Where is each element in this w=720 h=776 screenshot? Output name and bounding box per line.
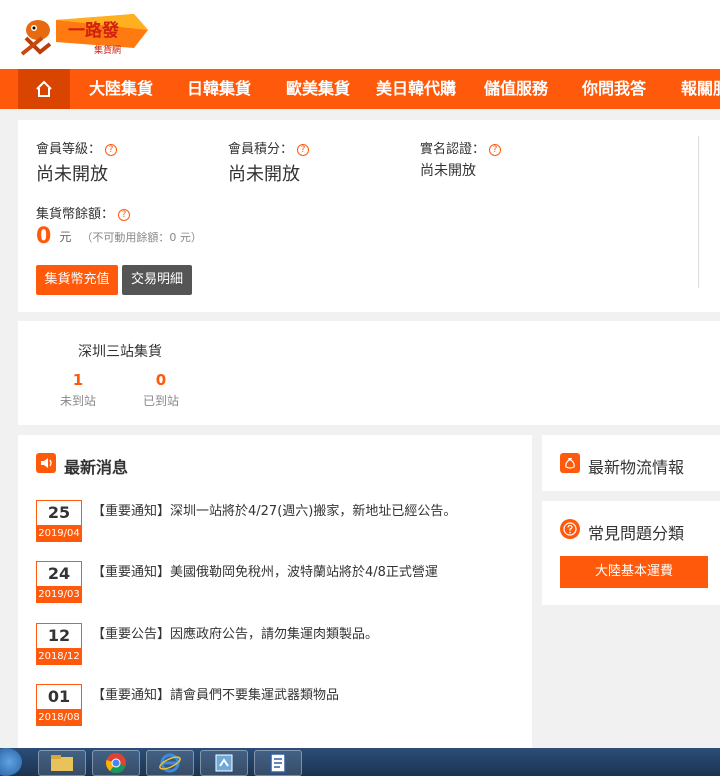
money-bag-icon — [560, 453, 580, 473]
main-nav: 大陸集貨 日韓集貨 歐美集貨 美日韓代購 儲值服務 你問我答 報關服 — [0, 69, 720, 109]
balance-row: 0 元 （不可動用餘額：0 元） — [36, 224, 202, 249]
member-info-card: 會員等級：? 尚未開放 會員積分：? 尚未開放 實名認證：? 尚未開放 集貨幣餘… — [18, 120, 720, 312]
nav-item-purchase-agent[interactable]: 美日韓代購 — [376, 69, 456, 109]
member-level-label: 會員等級：? — [36, 138, 118, 157]
nav-item-europe-america[interactable]: 歐美集貨 — [286, 69, 350, 109]
balance-value: 0 — [36, 224, 52, 249]
member-points-value: 尚未開放 — [228, 164, 300, 185]
nav-item-china[interactable]: 大陸集貨 — [89, 69, 153, 109]
news-day: 25 — [47, 503, 71, 522]
news-item[interactable]: 25 2019/04 【重要通知】深圳一站將於4/27(週六)搬家，新地址已經公… — [36, 500, 516, 544]
help-icon[interactable]: ? — [105, 144, 118, 156]
faq-title: 常見問題分類 — [588, 524, 685, 543]
help-icon[interactable]: ? — [297, 144, 310, 156]
start-button-icon[interactable] — [0, 748, 22, 776]
news-year-month: 2018/12 — [37, 648, 81, 665]
help-icon[interactable]: ? — [489, 144, 502, 156]
nav-item-topup[interactable]: 儲值服務 — [484, 69, 548, 109]
news-date: 25 2019/04 — [36, 500, 82, 542]
internet-explorer-icon[interactable] — [146, 750, 194, 776]
nav-item-customs[interactable]: 報關服 — [681, 69, 720, 109]
news-year-month: 2018/08 — [37, 709, 81, 726]
realname-value: 尚未開放 — [420, 163, 476, 179]
news-item[interactable]: 01 2018/08 【重要通知】請會員們不要集運武器類物品 — [36, 684, 516, 728]
news-link[interactable]: 【重要公告】因應政府公告，請勿集運肉類製品。 — [92, 623, 378, 642]
help-icon[interactable]: ? — [118, 209, 131, 221]
svg-text:集貨網: 集貨網 — [94, 44, 121, 56]
news-day: 24 — [47, 564, 71, 583]
site-logo[interactable]: 一路發 集貨網 — [16, 8, 156, 60]
notepad-icon[interactable] — [254, 750, 302, 776]
news-day: 01 — [47, 687, 71, 706]
svg-text:一路發: 一路發 — [68, 20, 119, 41]
nav-item-japan-korea[interactable]: 日韓集貨 — [187, 69, 251, 109]
site-header: 一路發 集貨網 — [0, 0, 720, 69]
news-link[interactable]: 【重要通知】深圳一站將於4/27(週六)搬家，新地址已經公告。 — [92, 500, 456, 519]
network-app-icon[interactable] — [200, 750, 248, 776]
arrived-count[interactable]: 0 — [131, 371, 191, 389]
warehouse-card: 深圳三站集貨 1 未到站 0 已到站 — [18, 321, 720, 425]
os-taskbar — [0, 748, 720, 776]
news-date: 01 2018/08 — [36, 684, 82, 726]
news-date: 24 2019/03 — [36, 561, 82, 603]
question-icon — [560, 519, 580, 539]
recharge-button[interactable]: 集貨幣充值 — [36, 265, 118, 295]
file-explorer-icon[interactable] — [38, 750, 86, 776]
realname-label: 實名認證：? — [420, 138, 502, 157]
member-level-value: 尚未開放 — [36, 164, 108, 185]
logistics-card: 最新物流情報 — [542, 435, 720, 491]
logistics-title[interactable]: 最新物流情報 — [588, 454, 684, 478]
balance-unit: 元 — [59, 230, 72, 244]
faq-card: 常見問題分類 大陸基本運費 — [542, 501, 720, 605]
news-year-month: 2019/04 — [37, 525, 81, 542]
news-day: 12 — [47, 626, 71, 645]
member-points-label: 會員積分：? — [228, 138, 310, 157]
divider — [698, 136, 699, 288]
speaker-icon — [36, 453, 56, 473]
news-link[interactable]: 【重要通知】請會員們不要集運武器類物品 — [92, 684, 339, 703]
balance-label: 集貨幣餘額：? — [36, 203, 131, 222]
not-arrived-label: 未到站 — [59, 394, 96, 408]
home-icon[interactable] — [18, 69, 70, 109]
arrived-label: 已到站 — [142, 394, 179, 408]
news-link[interactable]: 【重要通知】美國俄勒岡免稅州，波特蘭站將於4/8正式營運 — [92, 561, 438, 580]
warehouse-title[interactable]: 深圳三站集貨 — [78, 341, 162, 361]
chrome-icon[interactable] — [92, 750, 140, 776]
news-card: 最新消息 25 2019/04 【重要通知】深圳一站將於4/27(週六)搬家，新… — [18, 435, 532, 755]
faq-category-button[interactable]: 大陸基本運費 — [560, 556, 708, 588]
news-item[interactable]: 12 2018/12 【重要公告】因應政府公告，請勿集運肉類製品。 — [36, 623, 516, 667]
news-date: 12 2018/12 — [36, 623, 82, 665]
balance-note: （不可動用餘額：0 元） — [81, 231, 202, 244]
news-item[interactable]: 24 2019/03 【重要通知】美國俄勒岡免稅州，波特蘭站將於4/8正式營運 — [36, 561, 516, 605]
news-year-month: 2019/03 — [37, 586, 81, 603]
news-title: 最新消息 — [64, 458, 129, 477]
transactions-button[interactable]: 交易明細 — [122, 265, 192, 295]
not-arrived-count[interactable]: 1 — [48, 371, 108, 389]
nav-item-qa[interactable]: 你問我答 — [582, 69, 646, 109]
